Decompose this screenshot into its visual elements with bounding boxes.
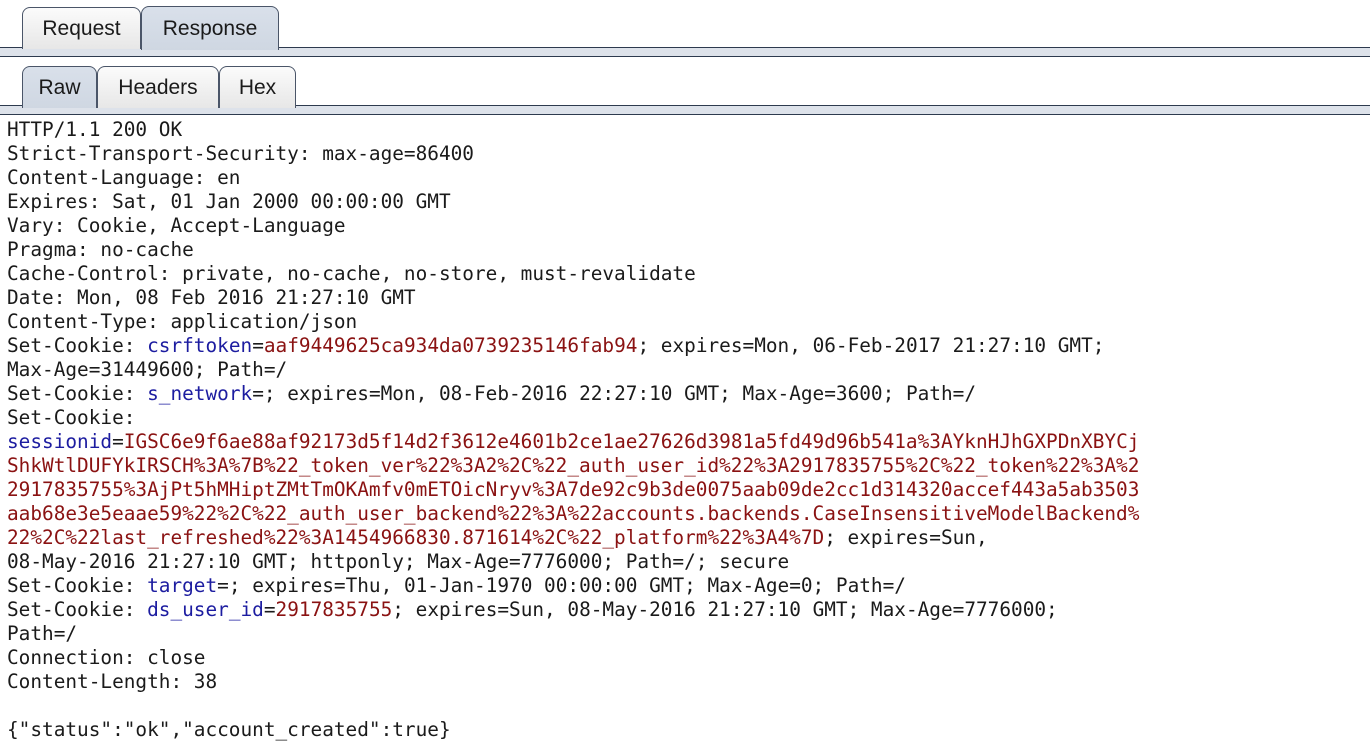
header-line: Connection: close — [7, 646, 206, 669]
cookie-attributes: ; expires=Thu, 01-Jan-1970 00:00:00 GMT;… — [228, 574, 906, 597]
set-cookie-label: Set-Cookie: — [7, 382, 136, 405]
set-cookie-label: Set-Cookie: — [7, 574, 136, 597]
cookie-value: 2917835755 — [275, 598, 393, 621]
strip-border-bottom — [0, 56, 1370, 57]
view-tabbar: Raw Headers Hex — [0, 58, 1370, 118]
header-line: Vary: Cookie, Accept-Language — [7, 214, 346, 237]
set-cookie-label: Set-Cookie: — [7, 598, 136, 621]
header-line: Content-Language: en — [7, 166, 241, 189]
tab-response[interactable]: Response — [141, 6, 279, 50]
tab-headers-label: Headers — [118, 76, 198, 99]
status-line: HTTP/1.1 200 OK — [7, 118, 183, 141]
set-cookie-label: Set-Cookie: — [7, 334, 136, 357]
strip-border-bottom — [0, 114, 1370, 115]
tab-hex[interactable]: Hex — [219, 66, 296, 108]
cookie-name: ds_user_id — [147, 598, 264, 621]
tab-request[interactable]: Request — [22, 7, 141, 49]
set-cookie-label: Set-Cookie: — [7, 406, 136, 429]
raw-response-view[interactable]: HTTP/1.1 200 OK Strict-Transport-Securit… — [0, 118, 1370, 746]
response-body: {"status":"ok","account_created":true} — [7, 718, 451, 741]
tab-response-label: Response — [162, 17, 258, 40]
cookie-attributes: ; expires=Mon, 08-Feb-2016 22:27:10 GMT;… — [263, 382, 976, 405]
cookie-value: aaf9449625ca934da0739235146fab94 — [263, 334, 638, 357]
tab-raw[interactable]: Raw — [22, 66, 97, 108]
tab-hex-label: Hex — [238, 76, 277, 99]
header-line: Content-Length: 38 — [7, 670, 218, 693]
message-tabbar: Request Response — [0, 0, 1370, 58]
tab-request-label: Request — [42, 17, 121, 40]
cookie-name: csrftoken — [147, 334, 253, 357]
header-line: Expires: Sat, 01 Jan 2000 00:00:00 GMT — [7, 190, 451, 213]
tab-raw-label: Raw — [38, 76, 81, 99]
cookie-name: target — [147, 574, 218, 597]
cookie-name: sessionid — [7, 430, 113, 453]
header-line: Strict-Transport-Security: max-age=86400 — [7, 142, 474, 165]
header-line: Date: Mon, 08 Feb 2016 21:27:10 GMT — [7, 286, 416, 309]
response-text[interactable]: HTTP/1.1 200 OK Strict-Transport-Securit… — [0, 118, 1370, 742]
tab-headers[interactable]: Headers — [97, 66, 219, 108]
cookie-name: s_network — [147, 382, 253, 405]
header-line: Pragma: no-cache — [7, 238, 194, 261]
header-line: Cache-Control: private, no-cache, no-sto… — [7, 262, 696, 285]
header-line: Content-Type: application/json — [7, 310, 358, 333]
